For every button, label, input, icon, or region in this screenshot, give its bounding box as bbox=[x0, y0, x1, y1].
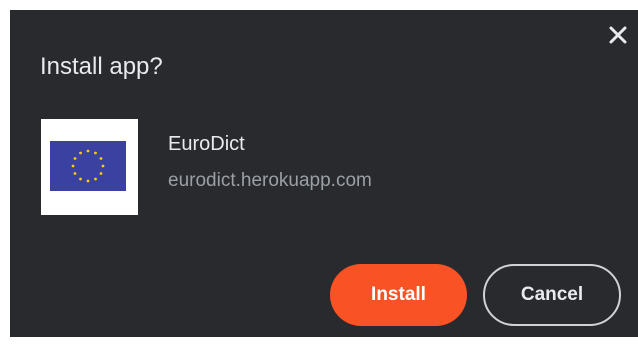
install-button[interactable]: Install bbox=[330, 264, 467, 326]
app-name: EuroDict bbox=[168, 133, 245, 155]
eu-flag-icon bbox=[41, 119, 138, 215]
install-app-dialog: Install app? EuroDict eurodict.herokuapp… bbox=[10, 10, 638, 337]
eu-flag-star bbox=[73, 157, 77, 160]
dialog-title: Install app? bbox=[40, 53, 163, 80]
eu-flag-star bbox=[86, 179, 90, 183]
cancel-button[interactable]: Cancel bbox=[483, 264, 621, 326]
eu-flag-star bbox=[79, 151, 82, 155]
eu-flag-star bbox=[94, 151, 97, 155]
eu-flag-star bbox=[73, 172, 77, 175]
close-icon[interactable] bbox=[606, 23, 630, 47]
eu-flag-star bbox=[101, 164, 105, 168]
eu-flag-star bbox=[71, 164, 75, 168]
app-origin: eurodict.herokuapp.com bbox=[168, 170, 372, 191]
eu-flag-star bbox=[94, 177, 97, 181]
eu-flag-star bbox=[86, 149, 90, 153]
eu-flag-star bbox=[99, 157, 103, 160]
eu-flag-star bbox=[79, 177, 82, 181]
eu-flag-star bbox=[99, 172, 103, 175]
